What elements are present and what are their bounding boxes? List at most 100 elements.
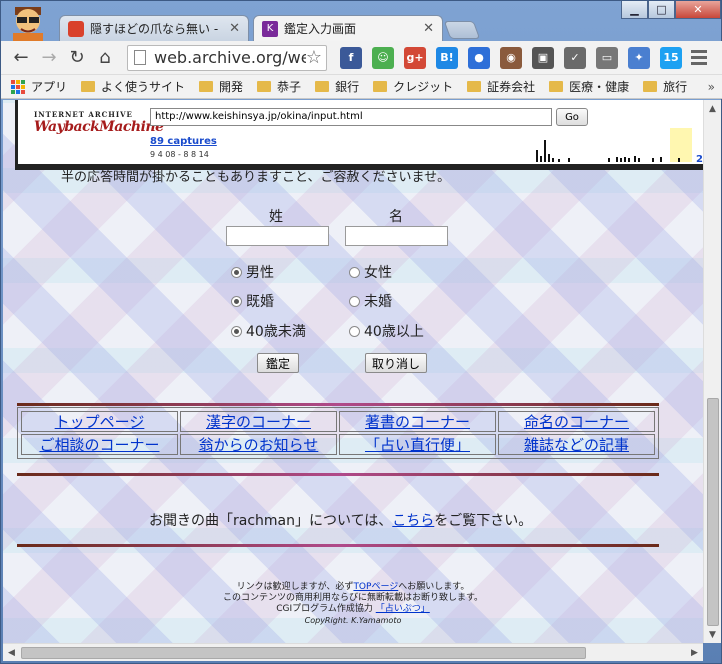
hatena-bookmark-icon[interactable]: B! [436, 46, 458, 69]
vertical-scroll-thumb[interactable] [707, 398, 719, 626]
radio-40-plus[interactable]: 40歳以上 [349, 321, 424, 341]
nav-link[interactable]: 著書のコーナー [339, 411, 496, 432]
tab-input-screen[interactable]: K 鑑定入力画面 ✕ [253, 15, 443, 41]
radio-button[interactable] [231, 325, 242, 337]
bookmark-item[interactable]: 開発 [199, 78, 243, 95]
radio-female[interactable]: 女性 [349, 262, 392, 282]
wayback-captures-link[interactable]: 89 captures [150, 136, 217, 147]
cast-icon[interactable]: ▭ [596, 46, 618, 69]
scroll-down-icon[interactable]: ▼ [704, 626, 721, 643]
radio-label: 40歳以上 [364, 324, 424, 340]
bookmark-item[interactable]: 旅行 [643, 78, 687, 95]
divider [17, 403, 659, 406]
page-icon [134, 50, 146, 65]
radio-label: 男性 [246, 265, 274, 281]
tab-wayback-blog[interactable]: 隠すほどの爪なら無い - I ✕ [59, 15, 249, 41]
address-url[interactable]: web.archive.org/we [154, 48, 311, 67]
folder-icon [257, 81, 272, 92]
reload-icon[interactable]: ↻ [63, 44, 91, 72]
radio-button[interactable] [349, 295, 360, 307]
bookmark-item[interactable]: 医療・健康 [549, 78, 629, 95]
nav-link[interactable]: ご相談のコーナー [21, 434, 178, 455]
music-notice: お聞きの曲「rachman」については、こちらをご覧下さい。 [149, 510, 532, 530]
tab-favicon-icon: K [262, 20, 278, 37]
bookmark-label: 医療・健康 [569, 80, 630, 94]
frame-icon[interactable]: ▣ [532, 46, 554, 69]
back-arrow-icon[interactable]: ← [7, 44, 35, 72]
forward-arrow-icon[interactable]: → [35, 44, 63, 72]
radio-under-40[interactable]: 40歳未満 [231, 321, 306, 341]
given-name-input[interactable] [345, 226, 448, 246]
close-icon[interactable]: ✕ [423, 21, 434, 36]
radio-button[interactable] [349, 266, 360, 278]
new-tab-button[interactable] [443, 21, 481, 39]
radio-label: 40歳未満 [246, 324, 306, 340]
folder-icon [199, 81, 214, 92]
footer-top-link[interactable]: TOPページ [353, 582, 398, 592]
bookmark-item[interactable]: 恭子 [257, 78, 301, 95]
robot-icon[interactable]: ☺ [372, 46, 394, 69]
footer-text: CGIプログラム作成協力 [276, 604, 376, 614]
menu-icon[interactable] [691, 50, 707, 65]
close-icon[interactable]: ✕ [229, 21, 240, 36]
check-icon[interactable]: ✓ [564, 46, 586, 69]
horizontal-scroll-thumb[interactable] [21, 647, 586, 659]
radio-married[interactable]: 既婚 [231, 291, 274, 311]
avatar-icon[interactable] [7, 3, 51, 43]
facebook-icon[interactable]: f [340, 46, 362, 69]
radio-unmarried[interactable]: 未婚 [349, 291, 392, 311]
instagram-icon[interactable]: ◉ [500, 46, 522, 69]
google-plus-icon[interactable]: g+ [404, 46, 426, 69]
window-close-button[interactable]: ✕ [675, 1, 721, 19]
radio-button[interactable] [231, 266, 242, 278]
wayback-year[interactable]: 2 [696, 154, 703, 165]
bookmark-label: クレジット [393, 80, 454, 94]
radio-button[interactable] [231, 295, 242, 307]
page-viewport: INTERNET ARCHIVE WaybackMachine http://w… [3, 100, 703, 643]
scroll-right-icon[interactable]: ▶ [686, 644, 703, 661]
bookmark-item[interactable]: アプリ [11, 78, 67, 95]
surname-input[interactable] [226, 226, 329, 246]
minimize-button[interactable]: ▁ [621, 1, 648, 19]
puzzle-icon[interactable]: ✦ [628, 46, 650, 69]
radio-button[interactable] [349, 325, 360, 337]
chat-icon[interactable]: ● [468, 46, 490, 69]
radio-male[interactable]: 男性 [231, 262, 274, 282]
submit-button[interactable]: 鑑定 [257, 353, 299, 373]
surname-label: 姓 [269, 209, 283, 225]
nav-link[interactable]: 雑誌などの記事 [498, 434, 655, 455]
horizontal-scrollbar[interactable]: ◀ ▶ [3, 643, 703, 661]
wayback-url-input[interactable]: http://www.keishinsya.jp/okina/input.htm… [150, 108, 552, 126]
bookmark-label: 開発 [219, 80, 244, 94]
nav-link[interactable]: 「占い直行便」 [339, 434, 496, 455]
twitter-icon[interactable]: 15 [660, 46, 682, 69]
music-link[interactable]: こちら [392, 513, 434, 529]
wayback-logo[interactable]: INTERNET ARCHIVE WaybackMachine [34, 110, 164, 135]
bookmarks-overflow-button[interactable]: » [708, 80, 715, 94]
music-prefix: お聞きの曲「rachman」については、 [149, 513, 393, 529]
bookmark-item[interactable]: 証券会社 [467, 78, 535, 95]
nav-link[interactable]: トップページ [21, 411, 178, 432]
footer-uranai-link[interactable]: 「占いぷつ」 [376, 604, 430, 614]
wayback-capture-sparkline[interactable] [438, 128, 698, 162]
bookmark-label: よく使うサイト [101, 80, 186, 94]
bookmark-item[interactable]: 銀行 [315, 78, 359, 95]
bookmark-item[interactable]: よく使うサイト [81, 78, 185, 95]
vertical-scrollbar[interactable]: ▲ ▼ [703, 100, 721, 643]
nav-link[interactable]: 命名のコーナー [498, 411, 655, 432]
browser-window: 隠すほどの爪なら無い - I ✕ K 鑑定入力画面 ✕ ▁ □ ✕ ← → ↻ … [0, 0, 722, 664]
wayback-go-button[interactable]: Go [556, 108, 588, 126]
folder-icon [315, 81, 330, 92]
bookmark-item[interactable]: クレジット [373, 78, 453, 95]
bookmark-label: 銀行 [335, 80, 360, 94]
footer-copyright: CopyRight. K.Yamamoto [304, 616, 402, 625]
address-bar[interactable]: web.archive.org/we ☆ [127, 44, 327, 71]
bookmark-star-icon[interactable]: ☆ [305, 46, 322, 68]
scroll-left-icon[interactable]: ◀ [3, 644, 20, 661]
scroll-up-icon[interactable]: ▲ [704, 100, 721, 117]
nav-link[interactable]: 漢字のコーナー [180, 411, 337, 432]
maximize-button[interactable]: □ [648, 1, 675, 19]
nav-link[interactable]: 翁からのお知らせ [180, 434, 337, 455]
reset-button[interactable]: 取り消し [365, 353, 427, 373]
home-icon[interactable]: ⌂ [91, 44, 119, 72]
